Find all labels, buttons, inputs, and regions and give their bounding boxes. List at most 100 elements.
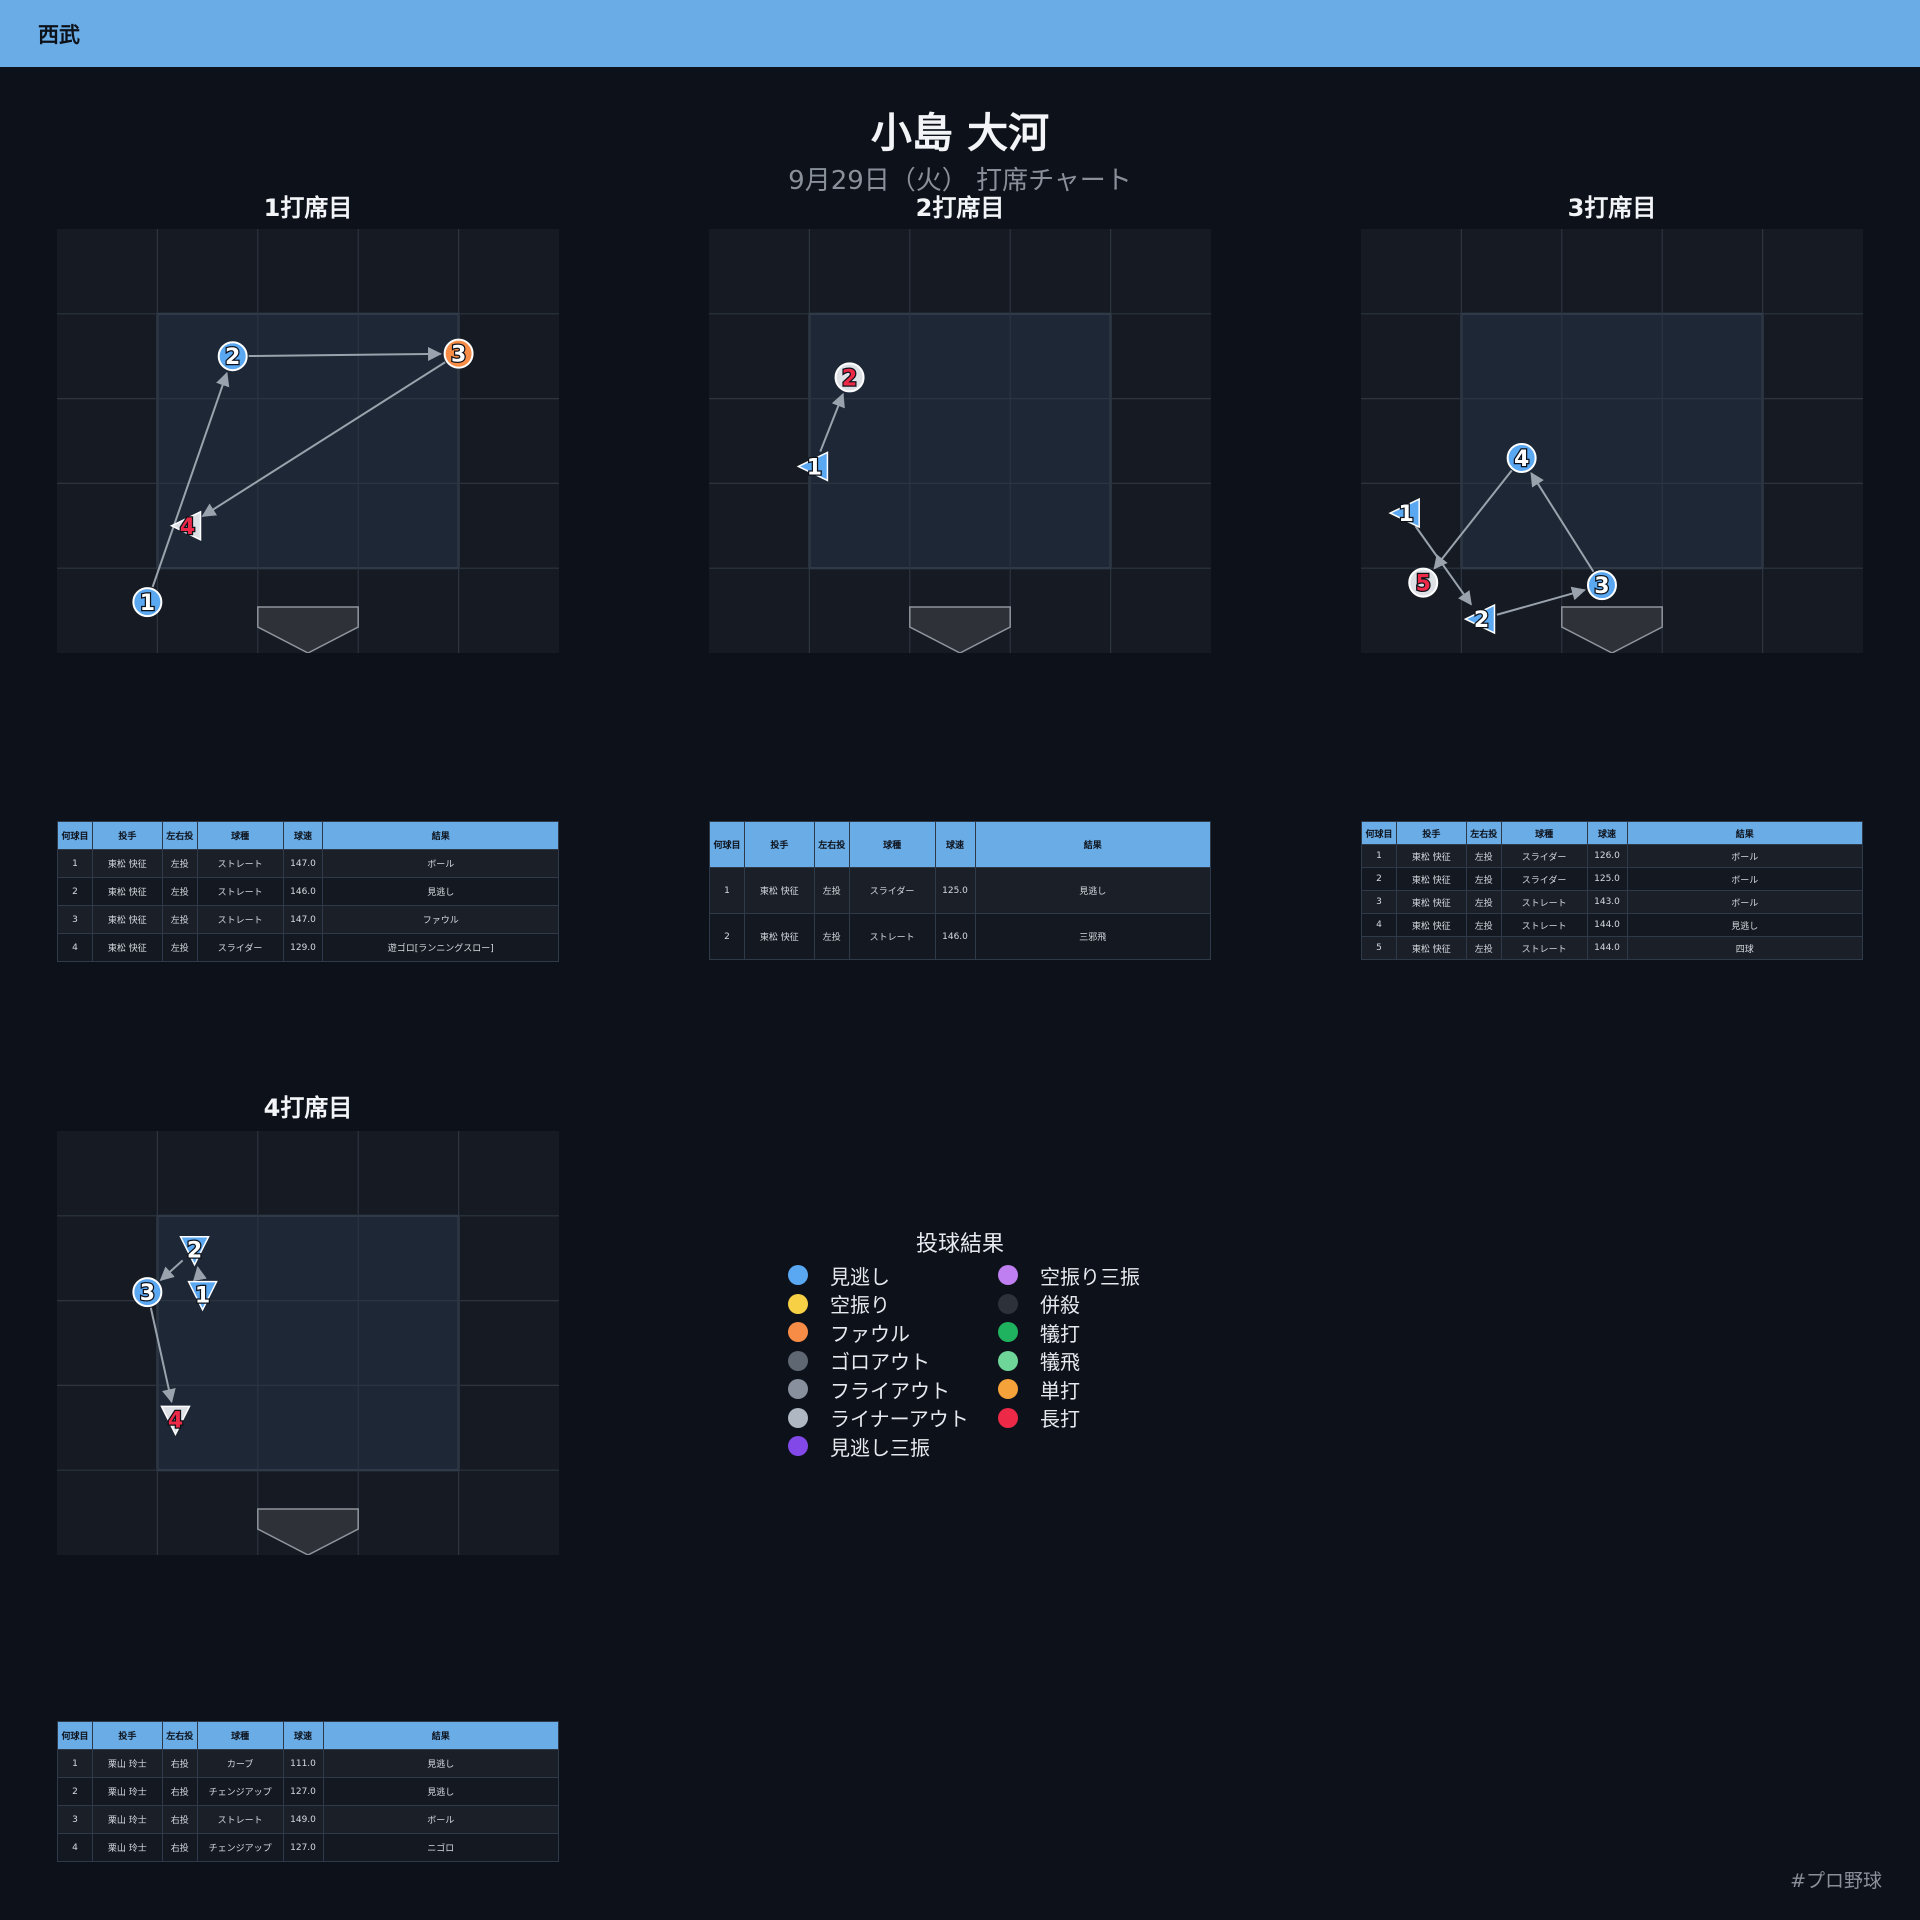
pa-4-table: 何球目 投手 左右投 球種 球速 結果 1 栗山 玲士 右投 カーブ 111.0 見逃し 2 栗山 玲士右… <box>57 1721 559 1862</box>
table-cell: 125.0 <box>1586 867 1628 891</box>
pitch-number-label: 1 <box>195 1284 210 1309</box>
legend-color-dot <box>788 1350 808 1371</box>
strike-zone <box>808 312 1112 570</box>
pa-1-zone: 1 2 3 4 <box>57 229 559 653</box>
pa-1-table: 何球目 投手 左右投 球種 球速 結果 1 東松 快征 左投 ストレート 147.0 ボール 2 東松 快… <box>57 821 559 962</box>
table-header-cell: 投手 <box>743 821 815 868</box>
legend-color-dot <box>998 1293 1018 1314</box>
legend-label: 長打 <box>1040 1407 1080 1431</box>
table-cell: 栗山 玲士 <box>91 1749 163 1778</box>
zone-svg: 1 2 3 4 <box>57 229 559 653</box>
table-header-cell: 何球目 <box>709 821 745 868</box>
table-cell: 右投 <box>161 1777 198 1806</box>
pa-2-title: 2打席目 <box>915 194 1005 222</box>
table-cell: ボール <box>322 849 559 878</box>
table-cell: 左投 <box>1465 890 1502 914</box>
pitch-number-label: 4 <box>180 515 195 540</box>
legend-item: 長打 <box>990 1407 1180 1431</box>
table-cell: 126.0 <box>1586 844 1628 868</box>
table-row: 1 栗山 玲士 右投 カーブ 111.0 見逃し <box>57 1749 559 1778</box>
legend-item: 犠打 <box>990 1321 1180 1346</box>
legend-color-dot <box>998 1407 1018 1428</box>
table-cell: 栗山 玲士 <box>91 1833 163 1862</box>
legend-label: 空振り三振 <box>1040 1264 1140 1289</box>
table-cell: 左投 <box>1465 936 1502 960</box>
table-cell: 2 <box>709 913 745 960</box>
table-cell: 5 <box>1361 936 1397 960</box>
pitch-number-label: 5 <box>1416 572 1431 597</box>
table-cell: 111.0 <box>282 1749 324 1778</box>
table-cell: ファウル <box>322 905 559 934</box>
table-cell: 見逃し <box>322 1777 559 1806</box>
table-header-cell: 投手 <box>1395 821 1467 845</box>
table-cell: 左投 <box>161 905 198 934</box>
legend-item: 空振り三振 <box>990 1264 1180 1289</box>
legend-label: 単打 <box>1040 1378 1080 1403</box>
pitch-number-label: 1 <box>1399 502 1414 527</box>
table-cell: 右投 <box>161 1833 198 1862</box>
team-name: 西武 <box>38 23 80 47</box>
legend-item: 空振り <box>780 1293 990 1317</box>
pitch-number-label: 3 <box>1594 574 1609 599</box>
table-header-cell: 球種 <box>848 821 936 868</box>
pitch-number-label: 2 <box>187 1239 202 1264</box>
table-cell: ストレート <box>848 913 936 960</box>
table-cell: 東松 快征 <box>1395 867 1467 891</box>
table-cell: スライダー <box>196 933 284 962</box>
legend-label: ゴロアウト <box>830 1350 930 1374</box>
legend-label: 見逃し三振 <box>830 1435 930 1460</box>
table-cell: 右投 <box>161 1805 198 1834</box>
table-cell: 4 <box>1361 913 1397 937</box>
table-row: 3 東松 快征 左投 ストレート 143.0 ボール <box>1361 890 1863 914</box>
zone-svg: 1 2 3 4 5 <box>1361 229 1863 653</box>
table-row: 2 栗山 玲士 右投 チェンジアップ 127.0 見逃し <box>57 1777 559 1806</box>
table-cell: 左投 <box>1465 913 1502 937</box>
table-cell: ボール <box>1626 890 1863 914</box>
legend-label: フライアウト <box>830 1378 950 1403</box>
table-row: 1 東松 快征 左投 スライダー 125.0 見逃し <box>709 867 1211 914</box>
table-cell: 見逃し <box>1626 913 1863 937</box>
table-cell: 4 <box>57 933 93 962</box>
pitch-number-label: 1 <box>140 591 155 616</box>
hashtag: #プロ野球 <box>1790 1870 1882 1892</box>
legend-color-dot <box>998 1379 1018 1399</box>
legend: 投球結果 見逃し 空振り三振 空振り 併殺 ファウル 犠打 ゴロアウト 犠飛 フライアウト 単打ラ… <box>780 1226 1180 1460</box>
player-name: 小島 大河 <box>870 109 1050 157</box>
legend-item: 併殺 <box>990 1293 1180 1317</box>
table-cell: 129.0 <box>282 933 324 962</box>
table-row: 4 栗山 玲士 右投 チェンジアップ 127.0 ニゴロ <box>57 1833 559 1862</box>
pitch-number-label: 1 <box>807 455 822 480</box>
table-header-cell: 投手 <box>91 821 163 850</box>
legend-title: 投球結果 <box>915 1232 1004 1257</box>
table-cell: ボール <box>1626 844 1863 868</box>
table-cell: 左投 <box>161 849 198 878</box>
table-header-cell: 球種 <box>1500 821 1588 845</box>
table-header-cell: 結果 <box>974 821 1211 868</box>
table-cell: チェンジアップ <box>196 1777 284 1806</box>
table-header-cell: 何球目 <box>1361 821 1397 845</box>
legend-color-dot <box>998 1322 1018 1342</box>
pitch-number-label: 4 <box>1514 447 1529 472</box>
table-header-cell: 結果 <box>1626 821 1863 845</box>
table-cell: 146.0 <box>282 877 324 906</box>
table-cell: チェンジアップ <box>196 1833 284 1862</box>
table-cell: 2 <box>57 877 93 906</box>
table-cell: 2 <box>1361 867 1397 891</box>
table-cell: 左投 <box>813 867 850 914</box>
table-cell: 3 <box>57 905 93 934</box>
table-cell: 左投 <box>161 933 198 962</box>
table-cell: 144.0 <box>1586 936 1628 960</box>
zone-svg: 1 2 3 4 <box>57 1131 559 1555</box>
legend-color-dot <box>788 1407 808 1428</box>
table-cell: ニゴロ <box>322 1833 559 1862</box>
table-cell: 127.0 <box>282 1777 324 1806</box>
table-row: 2 東松 快征 左投 ストレート 146.0 見逃し <box>57 877 559 906</box>
legend-item: 単打 <box>990 1378 1180 1403</box>
table-cell: 147.0 <box>282 849 324 878</box>
legend-label: 見逃し <box>830 1264 890 1289</box>
pa-3-zone: 1 2 3 4 5 <box>1361 229 1863 653</box>
table-cell: 栗山 玲士 <box>91 1777 163 1806</box>
table-cell: 左投 <box>161 877 198 906</box>
table-header-cell: 左右投 <box>161 821 198 850</box>
legend-color-dot <box>788 1293 808 1314</box>
